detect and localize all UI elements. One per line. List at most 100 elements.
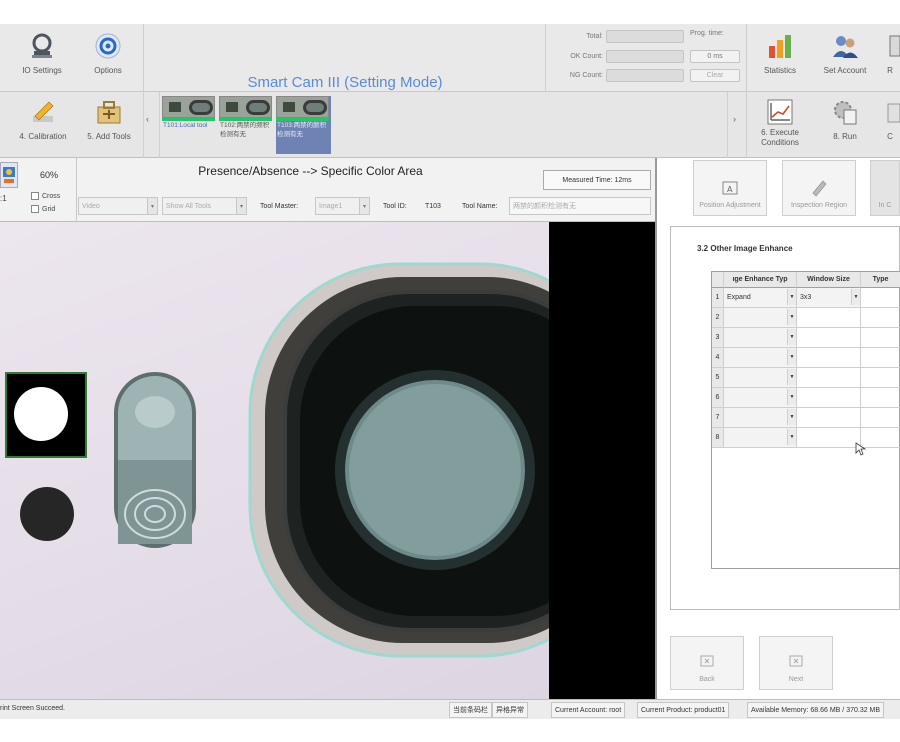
tool-thumbnail-image: [276, 96, 329, 118]
prog-time-value: 0 ms: [690, 50, 740, 63]
tool-name-input[interactable]: 两禁的颜积检测有无: [509, 197, 651, 215]
table-cell[interactable]: [861, 408, 900, 428]
error-status-button[interactable]: 异格异常: [492, 702, 528, 718]
enhance-type-select[interactable]: ▼: [724, 408, 797, 428]
enhance-type-select[interactable]: Expand ▼: [724, 288, 797, 308]
partial-icon: [887, 103, 900, 123]
chevron-down-icon: ▾: [236, 198, 246, 214]
table-cell[interactable]: [797, 408, 861, 428]
measured-time: Measured Time: 12ms: [543, 170, 651, 190]
thumb-oval: [246, 100, 270, 115]
tool-thumb-label: T103:两禁的颜积检测有无: [277, 122, 327, 138]
camera-icon[interactable]: [0, 162, 18, 188]
available-memory: Available Memory: 68.66 MB / 370.32 MB: [747, 702, 885, 718]
toolbox-icon: [97, 101, 121, 124]
enhance-type-select[interactable]: ▼: [724, 308, 797, 328]
run-button[interactable]: 8. Run: [815, 98, 875, 141]
back-label: Back: [699, 676, 715, 683]
thumb-mark: [283, 102, 295, 112]
options-label: Options: [94, 66, 122, 75]
enhance-type-select[interactable]: ▼: [724, 428, 797, 448]
partial-icon: [889, 35, 900, 57]
bottom-strip: [0, 719, 900, 742]
ok-count-row: OK Count:: [553, 50, 684, 63]
table-cell[interactable]: [797, 368, 861, 388]
row-number: 8: [712, 428, 724, 448]
options-button[interactable]: Options: [78, 32, 138, 75]
video-value: Video: [82, 202, 100, 210]
table-cell[interactable]: [797, 348, 861, 368]
table-cell[interactable]: [797, 328, 861, 348]
enhance-type-value: Expand: [727, 294, 751, 301]
statistics-button[interactable]: Statistics: [752, 32, 808, 75]
position-adjustment-label: Position Adjustment: [699, 202, 761, 209]
tool-thumb-label: T102:两禁的频积检测有无: [220, 122, 270, 138]
clear-button[interactable]: Clear: [690, 69, 740, 82]
table-cell[interactable]: [861, 368, 900, 388]
column-header-window-size: Window Size: [797, 272, 861, 288]
table-cell[interactable]: [861, 308, 900, 328]
row-number: 4: [712, 348, 724, 368]
calibration-label: 4. Calibration: [19, 132, 67, 141]
table-cell[interactable]: [797, 308, 861, 328]
svg-text:A: A: [727, 185, 733, 194]
chevron-down-icon: ▼: [787, 309, 796, 325]
divider: [746, 92, 747, 158]
table-cell[interactable]: [861, 288, 900, 308]
back-button[interactable]: Back: [670, 636, 744, 690]
thumb-mark: [169, 102, 181, 112]
tools-scroll-left[interactable]: ‹: [146, 114, 149, 124]
chevron-down-icon: ▼: [787, 349, 796, 365]
tool-thumbnail-image: [162, 96, 215, 118]
row-number: 2: [712, 308, 724, 328]
tool-thumb-t103-selected[interactable]: T103:两禁的颜积检测有无: [276, 96, 331, 154]
table-cell[interactable]: [861, 328, 900, 348]
section-title: 3.2 Other Image Enhance: [697, 244, 793, 253]
calibration-button[interactable]: 4. Calibration: [12, 98, 74, 141]
image-enhance-button-selected[interactable]: In C: [870, 160, 900, 216]
cross-checkbox[interactable]: Cross: [31, 192, 60, 200]
thumb-oval: [189, 100, 213, 115]
show-tools-select[interactable]: Show All Tools ▾: [162, 197, 247, 215]
window-size-select[interactable]: 3x3 ▼: [797, 288, 861, 308]
add-tools-label: 5. Add Tools: [87, 132, 131, 141]
video-select[interactable]: Video ▾: [78, 197, 158, 215]
table-cell[interactable]: [861, 388, 900, 408]
cut-off-button[interactable]: R: [880, 32, 900, 75]
tool-thumb-label: T101:Local tool: [163, 122, 208, 129]
add-tools-button[interactable]: 5. Add Tools: [78, 98, 140, 141]
row-number: 7: [712, 408, 724, 428]
tool-master-select[interactable]: Image1 ▾: [315, 197, 370, 215]
enhance-type-select[interactable]: ▼: [724, 328, 797, 348]
enhance-type-select[interactable]: ▼: [724, 388, 797, 408]
io-settings-label: IO Settings: [22, 66, 62, 75]
main-toolbar: IO Settings Options Smart Cam III (Setti…: [0, 24, 900, 92]
zoom-ratio: :1: [0, 194, 7, 203]
position-adjustment-button[interactable]: A Position Adjustment: [693, 160, 767, 216]
row-number: 5: [712, 368, 724, 388]
enhance-type-select[interactable]: ▼: [724, 348, 797, 368]
tools-scroll-right[interactable]: ›: [733, 114, 736, 124]
table-cell[interactable]: [797, 388, 861, 408]
back-icon: [700, 655, 714, 667]
tool-thumbnail-image: [219, 96, 272, 118]
inspection-region-button[interactable]: Inspection Region: [782, 160, 856, 216]
grid-checkbox[interactable]: Grid: [31, 205, 55, 213]
image-padding: [549, 222, 655, 699]
tool-thumb-t101[interactable]: T101:Local tool: [162, 96, 217, 154]
tool-master-value: Image1: [319, 202, 343, 210]
table-cell[interactable]: [861, 348, 900, 368]
cut-off-button[interactable]: C: [880, 98, 900, 141]
io-settings-button[interactable]: IO Settings: [12, 32, 72, 75]
tool-header: :1 60% Cross Grid Presence/Absence --> S…: [0, 158, 655, 222]
table-cell[interactable]: [797, 428, 861, 448]
enhance-type-select[interactable]: ▼: [724, 368, 797, 388]
execute-conditions-button[interactable]: 6. Execute Conditions: [752, 98, 808, 148]
camera-image[interactable]: [0, 222, 549, 699]
tool-thumb-t102[interactable]: T102:两禁的频积检测有无: [219, 96, 274, 154]
set-account-button[interactable]: Set Account: [815, 32, 875, 75]
next-button[interactable]: Next: [759, 636, 833, 690]
thumb-mark: [226, 102, 238, 112]
barcode-status-button[interactable]: 当前条码栏: [449, 702, 492, 718]
mouse-cursor-icon: [855, 442, 867, 456]
